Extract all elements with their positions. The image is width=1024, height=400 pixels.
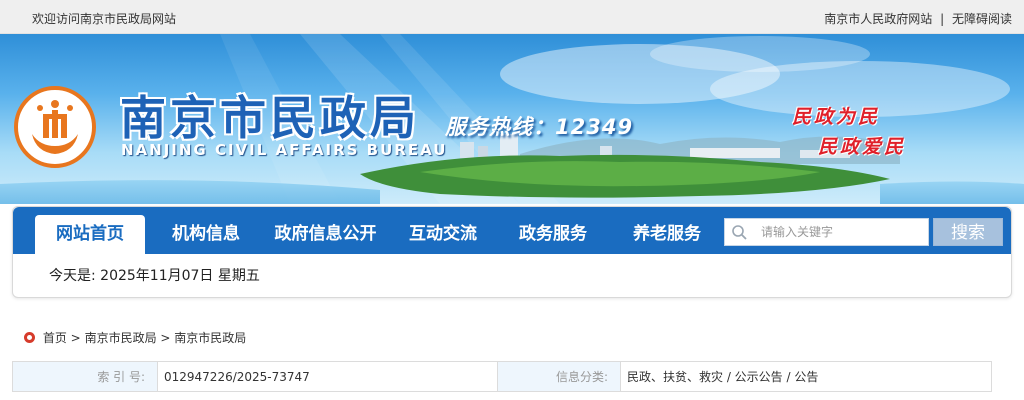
today-date: 今天是: 2025年11月07日 星期五 [49,268,260,284]
service-hotline: 服务热线：12349 [445,115,634,139]
search-input[interactable] [761,222,926,242]
location-icon [24,332,35,343]
nav-gov-info-public[interactable]: 政府信息公开 [263,215,388,254]
slogan-2: 民政爱民 [818,136,907,158]
site-title: 南京市民政局 [120,91,420,145]
nav-gov-services[interactable]: 政务服务 [503,215,603,254]
breadcrumb: 首页 > 南京市民政局 > 南京市民政局 [24,329,246,346]
breadcrumb-bureau[interactable]: 南京市民政局 [85,331,157,345]
main-nav: 网站首页 机构信息 政府信息公开 互动交流 政务服务 养老服务 搜索 [13,207,1011,254]
breadcrumb-current[interactable]: 南京市民政局 [174,331,246,345]
slogan-1: 民政为民 [792,106,881,128]
info-meta-table: 索 引 号: 012947226/2025-73747 信息分类: 民政、扶贫、… [12,361,992,392]
nanjing-gov-link[interactable]: 南京市人民政府网站 [824,12,932,26]
index-number-value: 012947226/2025-73747 [157,361,498,392]
info-category-label: 信息分类: [497,361,621,392]
breadcrumb-separator: > [160,331,171,345]
nav-interaction[interactable]: 互动交流 [393,215,493,254]
top-links: 南京市人民政府网站 | 无障碍阅读 [824,10,1012,27]
breadcrumb-separator: > [70,331,81,345]
search-button[interactable]: 搜索 [933,218,1003,246]
search-box [724,218,929,246]
site-subtitle: NANJING CIVIL AFFAIRS BUREAU [121,141,448,159]
bureau-logo[interactable] [14,86,96,168]
header-banner: 南京市民政局 NANJING CIVIL AFFAIRS BUREAU 服务热线… [0,34,1024,204]
top-bar: 欢迎访问南京市民政局网站 南京市人民政府网站 | 无障碍阅读 [0,0,1024,34]
nav-elderly-services[interactable]: 养老服务 [617,215,717,254]
nav-panel: 网站首页 机构信息 政府信息公开 互动交流 政务服务 养老服务 搜索 今天是: … [12,206,1012,298]
table-row: 索 引 号: 012947226/2025-73747 信息分类: 民政、扶贫、… [12,361,992,392]
breadcrumb-home[interactable]: 首页 [43,331,67,345]
nav-organization[interactable]: 机构信息 [159,215,253,254]
logo-emblem-icon [22,94,88,160]
welcome-text: 欢迎访问南京市民政局网站 [32,12,177,26]
top-link-separator: | [940,12,945,26]
nav-home[interactable]: 网站首页 [35,215,145,254]
index-number-label: 索 引 号: [12,361,158,392]
accessibility-link[interactable]: 无障碍阅读 [952,12,1012,26]
search-icon [732,225,747,240]
info-category-value: 民政、扶贫、救灾 / 公示公告 / 公告 [620,361,992,392]
